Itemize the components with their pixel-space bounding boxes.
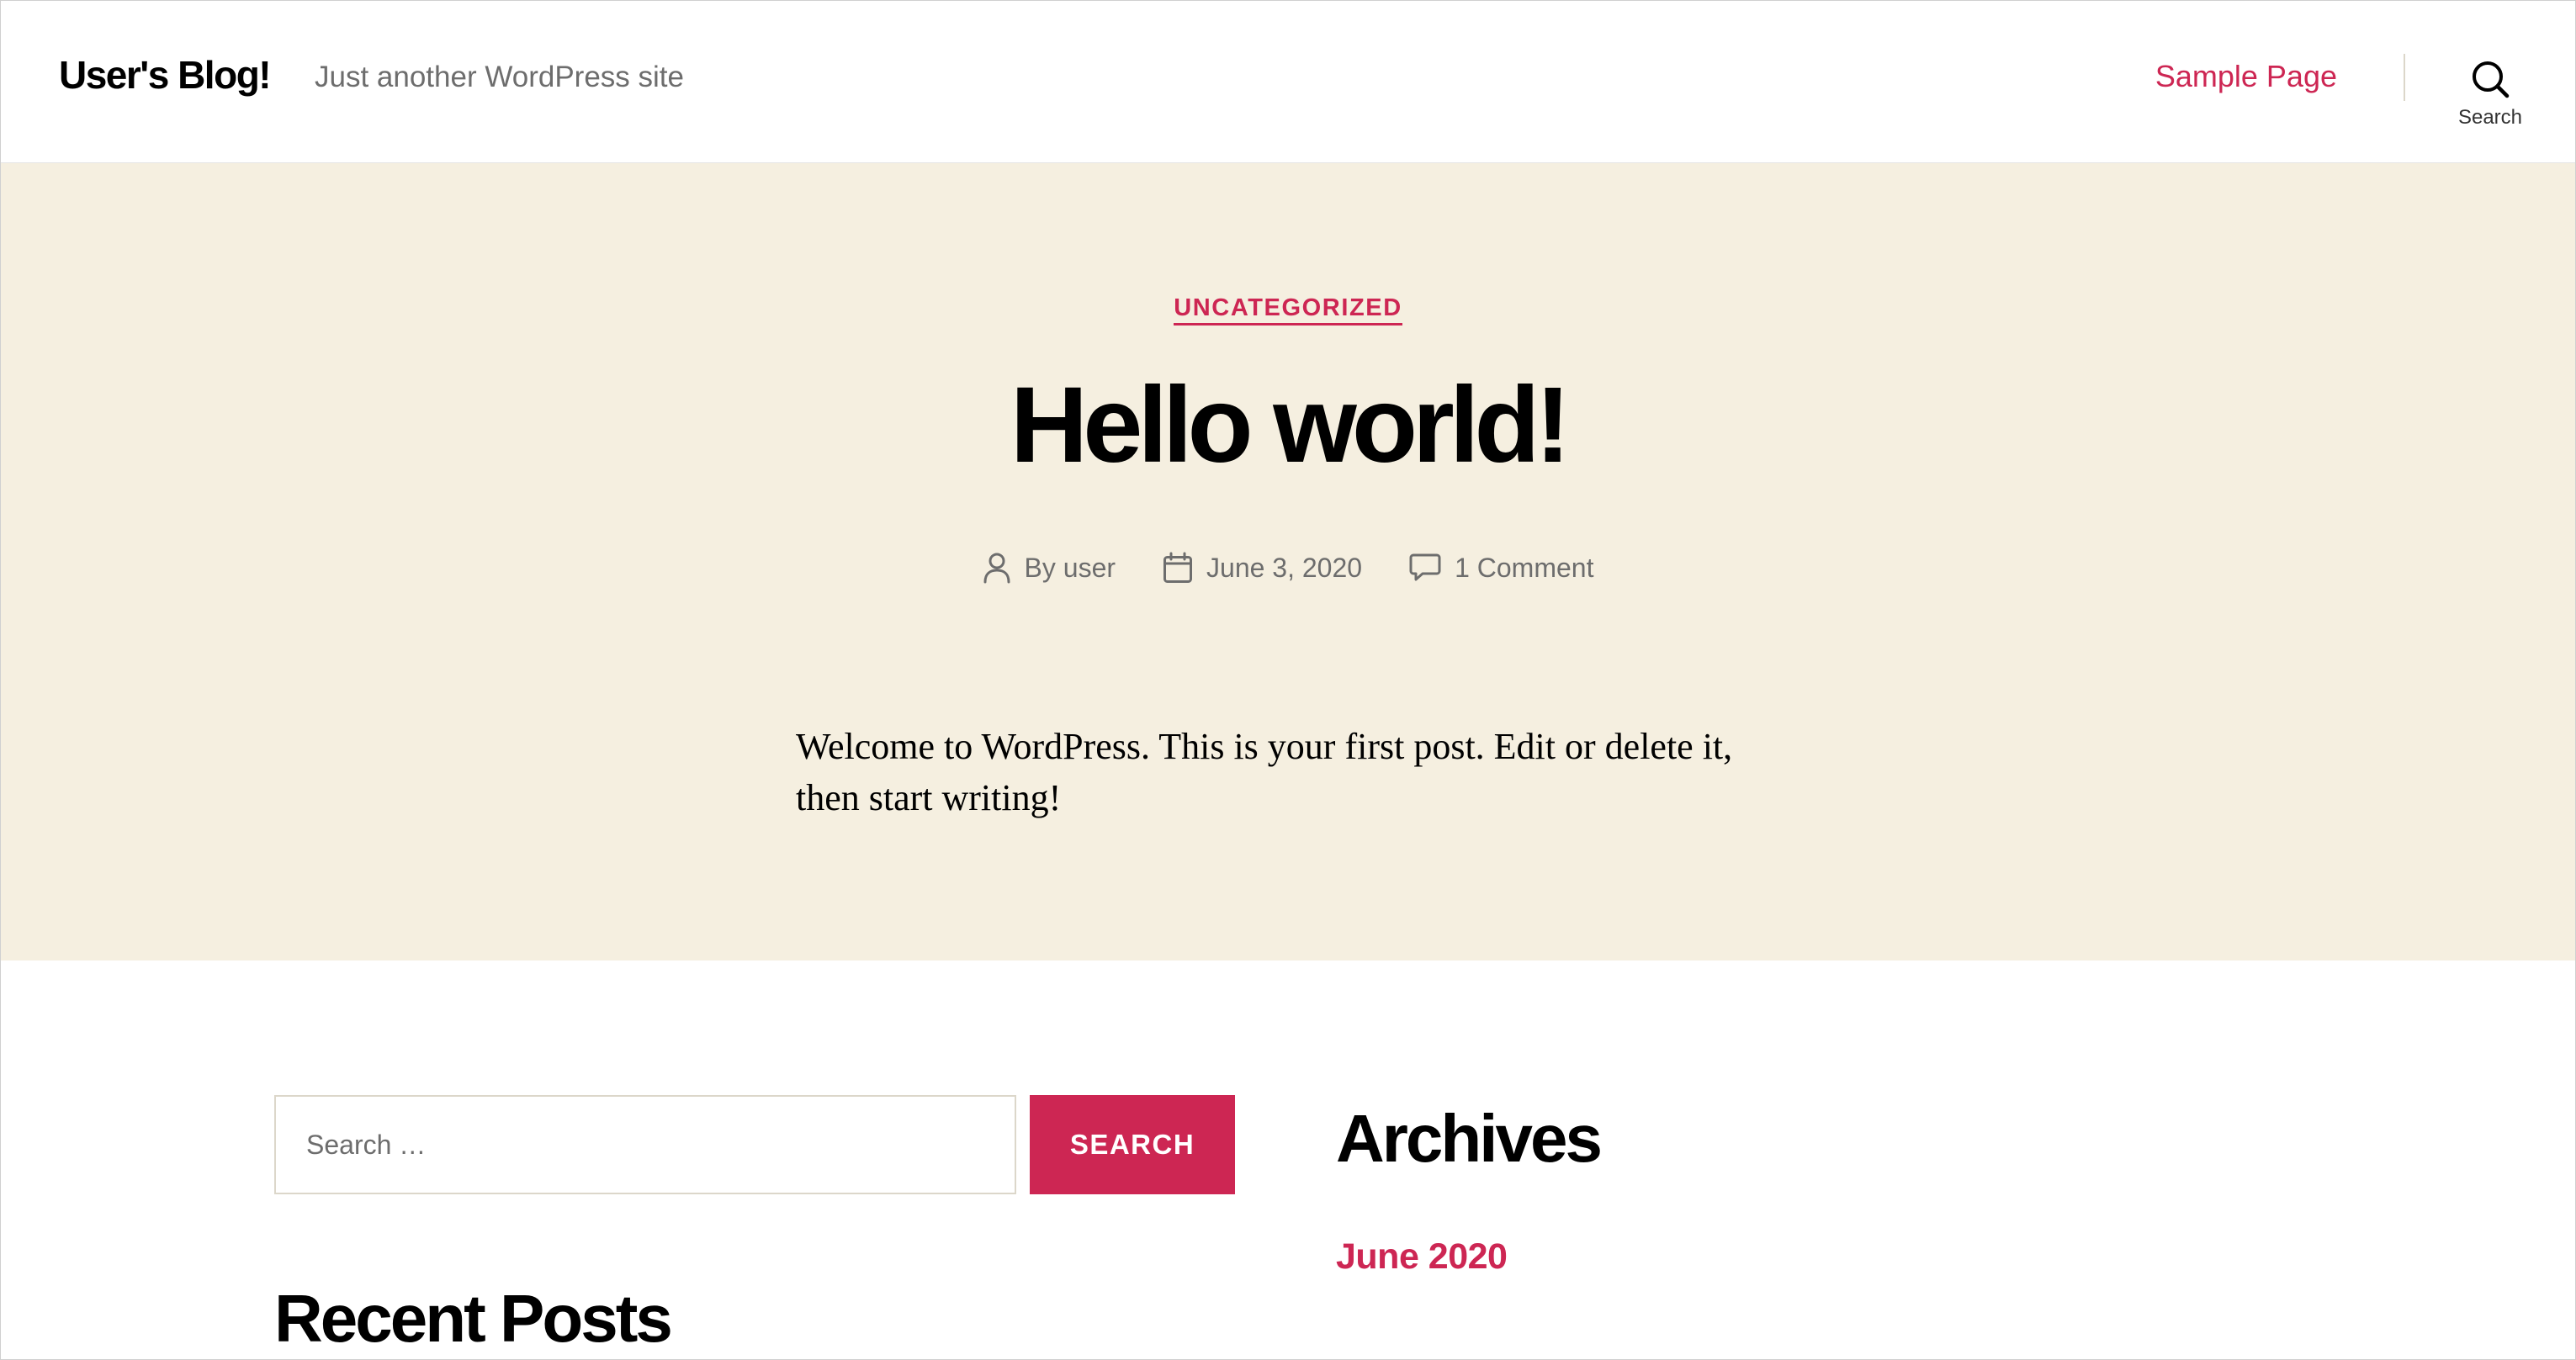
comment-icon	[1409, 553, 1441, 583]
date-link[interactable]: June 3, 2020	[1206, 553, 1362, 584]
search-toggle-label: Search	[2457, 106, 2523, 129]
calendar-icon	[1163, 552, 1193, 584]
site-header: User's Blog! Just another WordPress site…	[0, 0, 2576, 163]
post-comments: 1 Comment	[1409, 553, 1593, 584]
post-title: Hello world!	[1010, 365, 1571, 485]
search-input[interactable]	[274, 1095, 1016, 1194]
user-icon	[983, 552, 1011, 584]
header-divider	[2404, 54, 2405, 101]
search-widget: SEARCH	[274, 1095, 1235, 1194]
recent-posts-heading: Recent Posts	[274, 1281, 673, 1356]
search-submit-button[interactable]: SEARCH	[1030, 1095, 1235, 1194]
post-meta: By user June 3, 2020 1 Comment	[0, 552, 2576, 584]
category-link[interactable]: UNCATEGORIZED	[1174, 294, 1402, 325]
comments-link[interactable]: 1 Comment	[1455, 553, 1593, 584]
search-toggle-button[interactable]: Search	[2448, 50, 2532, 135]
archive-link[interactable]: June 2020	[1336, 1236, 1508, 1278]
search-icon	[2448, 59, 2532, 99]
post-content: Welcome to WordPress. This is your first…	[796, 726, 1733, 818]
post-categories: UNCATEGORIZED	[0, 294, 2576, 325]
nav-item-sample-page[interactable]: Sample Page	[2155, 59, 2337, 94]
archives-heading: Archives	[1336, 1101, 1603, 1176]
post-header: UNCATEGORIZED Hello world! By user June …	[0, 163, 2576, 960]
post-author: By user	[983, 552, 1116, 584]
author-link[interactable]: By user	[1025, 553, 1116, 584]
post-date: June 3, 2020	[1163, 552, 1362, 584]
site-description: Just another WordPress site	[315, 61, 684, 93]
site-title[interactable]: User's Blog!	[59, 52, 272, 98]
